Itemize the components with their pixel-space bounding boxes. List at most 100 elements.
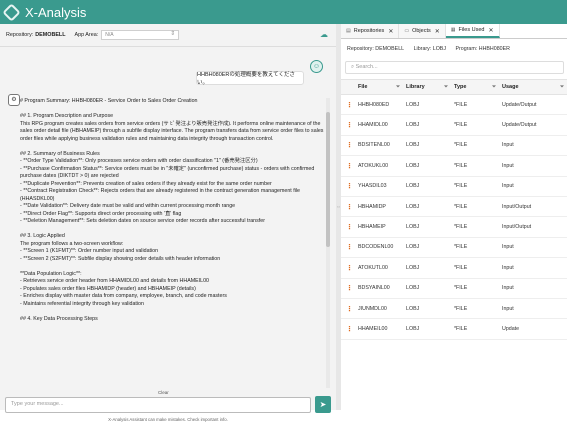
search-input[interactable]: ⌕ Search... — [345, 61, 564, 74]
send-button[interactable]: ➤ — [315, 396, 331, 413]
table-row[interactable]: ⋮ HHAMEIL00 LOBJ *FILE Update — [341, 319, 567, 340]
chat-pane: Repository: DEMOBELL App Area: N/A ⇕ ☁ H… — [0, 24, 336, 422]
tab-label: Objects — [412, 28, 431, 34]
header-cell-library[interactable]: Library ⏷ — [403, 84, 451, 90]
table-row[interactable]: ⋮ BDCODENL00 LOBJ *FILE Input — [341, 238, 567, 259]
info-repository: Repository: DEMOBELL — [347, 46, 405, 52]
table-row[interactable]: ⋮ BDSYAINL00 LOBJ *FILE Input — [341, 279, 567, 299]
response-line: - Retrieves service order header from HH… — [20, 278, 209, 284]
row-menu-icon[interactable]: ⋮ — [341, 223, 355, 231]
tab-objects[interactable]: ▭ Objects ✕ — [399, 24, 446, 38]
search-placeholder: Search... — [355, 64, 378, 70]
cell-type: *FILE — [454, 101, 468, 108]
files-panel: ▤ Repositories ✕ ▭ Objects ✕ ▦ Files Used ✕ Repo… — [341, 24, 567, 410]
clear-button[interactable]: Clear — [158, 390, 169, 395]
cell-file: HHBH080ED — [358, 101, 390, 108]
filter-icon[interactable]: ⏷ — [492, 84, 496, 90]
header-cell-type[interactable]: Type ⏷ — [451, 84, 499, 90]
files-table: File ⏷ Library ⏷ Type ⏷ Usage ⏷ ⋮ HHBH080ED LOBJ *… — [341, 79, 567, 340]
row-menu-icon[interactable]: ⋮ — [341, 243, 355, 251]
table-row[interactable]: ⋮ JIUNMDL00 LOBJ *FILE Input — [341, 299, 567, 320]
cell-library: LOBJ — [406, 203, 420, 210]
table-row[interactable]: ⋮ ATOKUTL00 LOBJ *FILE Input — [341, 258, 567, 279]
close-icon[interactable]: ✕ — [488, 27, 493, 34]
response-line: - Maintains referential integrity throug… — [20, 300, 144, 307]
row-menu-icon[interactable]: ⋮ — [341, 264, 355, 272]
cell-file: YHASDIL03 — [358, 183, 387, 190]
cell-library: LOBJ — [406, 325, 420, 332]
response-line: # Program Summary: HHBH080ER - Service O… — [20, 98, 198, 104]
app-area-select[interactable]: N/A ⇕ — [101, 30, 180, 40]
app-area-label: App Area: — [74, 32, 99, 38]
user-avatar-icon: ☺ — [310, 60, 323, 73]
column-header-label: Library — [406, 84, 425, 90]
table-row[interactable]: ⋮ HHBH080ED LOBJ *FILE Update/Output — [341, 95, 567, 116]
response-line: - **Duplicate Prevention**: Prevents cre… — [20, 180, 272, 187]
response-line — [20, 106, 325, 114]
repository-label: Repository: — [6, 32, 34, 38]
response-line — [20, 263, 325, 271]
app-area-value: N/A — [105, 32, 114, 38]
cell-type: *FILE — [454, 285, 468, 292]
response-line: ## 3. Logic Applied — [20, 233, 65, 239]
cell-file: HHAMIDL00 — [358, 122, 388, 129]
row-menu-icon[interactable]: ⋮ — [341, 325, 355, 333]
row-menu-icon[interactable]: ⋮ — [341, 162, 355, 170]
response-line: - **Screen 2 (S2FMT)**: Subfile display … — [20, 255, 221, 262]
table-row[interactable]: ⋮ YHASDIL03 LOBJ *FILE Input — [341, 177, 567, 197]
response-line: This RPG program creates sales orders fr… — [20, 120, 325, 142]
filter-icon[interactable]: ⏷ — [396, 84, 400, 90]
tab-files-used[interactable]: ▦ Files Used ✕ — [445, 24, 500, 38]
close-icon[interactable]: ✕ — [388, 28, 393, 35]
response-line: - **Direct Order Flag**: Supports direct… — [20, 210, 182, 217]
table-row[interactable]: ⋮ HBHAMIDP LOBJ *FILE Input/Output — [341, 197, 567, 218]
table-header: File ⏷ Library ⏷ Type ⏷ Usage ⏷ — [341, 79, 567, 95]
row-menu-icon[interactable]: ⋮ — [341, 305, 355, 313]
tab-label: Repositories — [353, 28, 385, 34]
close-icon[interactable]: ✕ — [435, 28, 440, 35]
response-line: - Populates sales order files HBHAMIDP (… — [20, 285, 196, 292]
row-menu-icon[interactable]: ⋮ — [341, 284, 355, 292]
table-row[interactable]: ⋮ ATOKUKL00 LOBJ *FILE Input — [341, 156, 567, 177]
row-menu-icon[interactable]: ⋮ — [341, 182, 355, 190]
cell-file: HBHAMIDP — [358, 203, 386, 210]
chat-scrollbar[interactable] — [326, 98, 330, 388]
row-menu-icon[interactable]: ⋮ — [341, 121, 355, 129]
app-header: X-Analysis — [0, 0, 567, 24]
cell-file: BDCODENL00 — [358, 244, 394, 251]
cell-library: LOBJ — [406, 162, 420, 169]
response-fade — [20, 374, 325, 386]
cell-usage: Input — [502, 162, 514, 169]
response-line: - **Date Validation**: Delivery date mus… — [20, 203, 236, 209]
cell-type: *FILE — [454, 325, 468, 332]
cell-type: *FILE — [454, 224, 468, 231]
filter-icon[interactable]: ⏷ — [444, 84, 448, 90]
response-line: ## 2. Summary of Business Rules — [20, 150, 100, 157]
message-input[interactable]: Type your message... — [5, 397, 311, 413]
cell-library: LOBJ — [406, 224, 420, 231]
cell-type: *FILE — [454, 142, 468, 149]
response-line: - **Order Type Validation**: Only proces… — [20, 158, 258, 164]
database-icon: ▤ — [346, 28, 351, 34]
user-message-bubble: HHBH080ERの処理概要を教えてください。 — [196, 71, 304, 86]
tab-repositories[interactable]: ▤ Repositories ✕ — [341, 24, 400, 38]
cell-type: *FILE — [454, 264, 468, 271]
table-row[interactable]: ⋮ BDSITENL00 LOBJ *FILE Input — [341, 136, 567, 157]
table-row[interactable]: ⋮ HHAMIDL00 LOBJ *FILE Update/Output — [341, 115, 567, 136]
header-cell-file[interactable]: File ⏷ — [355, 84, 403, 90]
header-cell-usage[interactable]: Usage ⏷ — [499, 84, 567, 90]
row-menu-icon[interactable]: ⋮ — [341, 101, 355, 109]
cell-file: ATOKUKL00 — [358, 162, 389, 169]
tab-label: Files Used — [458, 27, 485, 33]
chat-scrollbar-thumb[interactable] — [326, 112, 330, 247]
cloud-upload-icon[interactable]: ☁ — [320, 30, 328, 39]
response-line: The program follows a two-screen workflo… — [20, 240, 124, 247]
filter-icon[interactable]: ⏷ — [560, 84, 564, 90]
table-row[interactable]: ⋮ HBHAMEIP LOBJ *FILE Input/Output — [341, 217, 567, 238]
row-menu-icon[interactable]: ⋮ — [341, 203, 355, 211]
cell-library: LOBJ — [406, 264, 420, 271]
cell-library: LOBJ — [406, 305, 420, 312]
row-menu-icon[interactable]: ⋮ — [341, 141, 355, 149]
response-line: - **Screen 1 (K1FMT)**: Order number inp… — [20, 248, 159, 254]
cell-type: *FILE — [454, 305, 468, 312]
